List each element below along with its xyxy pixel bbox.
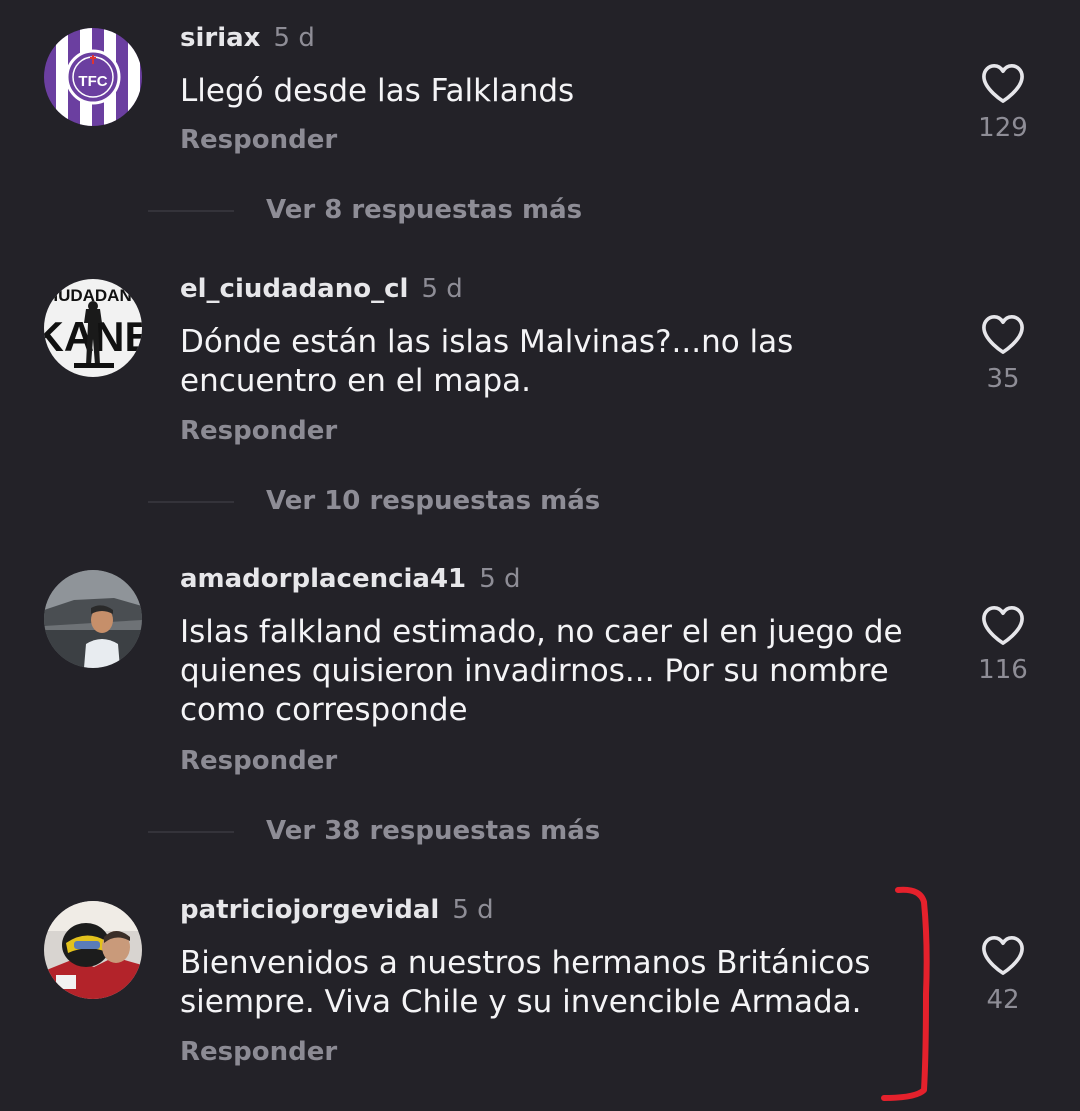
timestamp: 5 d xyxy=(479,564,521,594)
comment-header: siriax 5 d xyxy=(180,20,315,56)
comment-text: Islas falkland estimado, no caer el en j… xyxy=(180,614,903,728)
timestamp: 5 d xyxy=(421,274,463,304)
avatar[interactable] xyxy=(44,901,142,999)
heart-icon xyxy=(982,606,1024,645)
comment-text: Dónde están las islas Malvinas?...no las… xyxy=(180,324,794,399)
like-button[interactable]: 116 xyxy=(968,604,1038,686)
heart-icon xyxy=(982,315,1024,354)
avatar[interactable]: TFC xyxy=(44,28,142,126)
divider-line xyxy=(148,210,234,212)
comment-text: Llegó desde las Falklands xyxy=(180,73,575,109)
timestamp: 5 d xyxy=(273,23,315,53)
like-count: 42 xyxy=(986,985,1020,1015)
like-button[interactable]: 35 xyxy=(968,313,1038,395)
like-count: 116 xyxy=(978,655,1028,685)
ciudadano-kane-poster-avatar-icon: CIUDADANO KANE xyxy=(44,279,142,377)
username[interactable]: patriciojorgevidal xyxy=(180,895,439,925)
comment-header: amadorplacencia41 5 d xyxy=(180,561,521,597)
like-button[interactable]: 42 xyxy=(968,934,1038,1016)
username[interactable]: amadorplacencia41 xyxy=(180,564,466,594)
like-count: 129 xyxy=(978,113,1028,143)
racing-helmet-photo-avatar-icon xyxy=(44,901,142,999)
comment-header: el_ciudadano_cl 5 d xyxy=(180,271,463,307)
like-button[interactable]: 129 xyxy=(968,62,1038,144)
avatar[interactable] xyxy=(44,570,142,668)
like-count: 35 xyxy=(986,364,1020,394)
username[interactable]: el_ciudadano_cl xyxy=(180,274,408,304)
username[interactable]: siriax xyxy=(180,23,260,53)
heart-icon xyxy=(982,936,1024,975)
comment-text: Bienvenidos a nuestros hermanos Británic… xyxy=(180,945,871,1020)
man-in-car-photo-avatar-icon xyxy=(44,570,142,668)
view-more-replies-label[interactable]: Ver 38 respuestas más xyxy=(266,814,600,848)
divider-line xyxy=(148,501,234,503)
heart-icon xyxy=(982,64,1024,103)
reply-button[interactable]: Responder xyxy=(180,415,337,447)
reply-button[interactable]: Responder xyxy=(180,1036,337,1068)
view-more-replies-label[interactable]: Ver 10 respuestas más xyxy=(266,484,600,518)
svg-text:TFC: TFC xyxy=(78,73,107,90)
timestamp: 5 d xyxy=(452,895,494,925)
reply-button[interactable]: Responder xyxy=(180,745,337,777)
avatar[interactable]: CIUDADANO KANE xyxy=(44,279,142,377)
red-bracket-annotation xyxy=(881,886,930,1101)
view-more-replies-label[interactable]: Ver 8 respuestas más xyxy=(266,193,582,227)
tfc-crest-avatar-icon: TFC xyxy=(44,28,142,126)
reply-button[interactable]: Responder xyxy=(180,124,337,156)
divider-line xyxy=(148,831,234,833)
comment-header: patriciojorgevidal 5 d xyxy=(180,892,494,928)
